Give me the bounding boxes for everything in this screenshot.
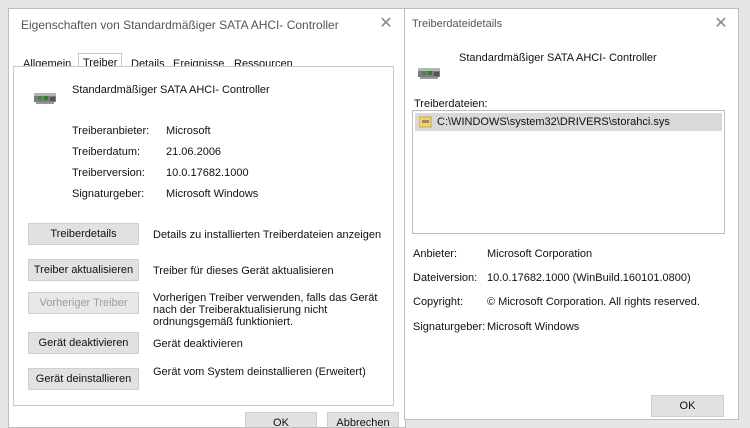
ok-button[interactable]: OK [245, 412, 317, 427]
action-description: Gerät deaktivieren [153, 338, 243, 350]
device-name: Standardmäßiger SATA AHCI- Controller [72, 84, 270, 96]
details-info-label: Copyright: [413, 296, 464, 308]
action-description: Gerät vom System deinstallieren (Erweite… [153, 366, 366, 378]
controller-icon [34, 93, 56, 104]
properties-titlebar[interactable]: Eigenschaften von Standardmäßiger SATA A… [9, 9, 405, 39]
update-driver-button[interactable]: Treiber aktualisieren [28, 259, 139, 281]
file-icon [419, 116, 432, 128]
details-info-value: Microsoft Windows [487, 321, 580, 333]
properties-dialog: Eigenschaften von Standardmäßiger SATA A… [8, 8, 406, 428]
driver-tab-panel: Standardmäßiger SATA AHCI- Controller Tr… [13, 66, 394, 406]
device-name: Standardmäßiger SATA AHCI- Controller [459, 52, 657, 64]
info-label: Signaturgeber: [72, 188, 145, 200]
properties-title: Eigenschaften von Standardmäßiger SATA A… [21, 18, 339, 32]
controller-icon [418, 68, 440, 79]
details-title: Treiberdateidetails [412, 18, 503, 30]
action-description: Vorherigen Treiber verwenden, falls das … [153, 292, 378, 328]
uninstall-device-button[interactable]: Gerät deinstallieren [28, 368, 139, 390]
driver-details-button[interactable]: Treiberdetails [28, 223, 139, 245]
action-description: Details zu installierten Treiberdateien … [153, 229, 382, 241]
cancel-button[interactable]: Abbrechen [327, 412, 399, 427]
rollback-driver-button[interactable]: Vorheriger Treiber [28, 292, 139, 314]
disable-device-button[interactable]: Gerät deaktivieren [28, 332, 139, 354]
info-value: Microsoft [166, 125, 211, 137]
details-info-label: Anbieter: [413, 248, 458, 260]
info-value: 21.06.2006 [166, 146, 222, 158]
details-titlebar[interactable]: Treiberdateidetails ✕ [405, 9, 738, 39]
driver-files-list[interactable]: C:\WINDOWS\system32\DRIVERS\storahci.sys [412, 110, 725, 234]
driver-files-label: Treiberdateien: [414, 98, 488, 110]
info-value: Microsoft Windows [166, 188, 259, 200]
details-info-value: 10.0.17682.1000 (WinBuild.160101.0800) [487, 272, 691, 284]
details-info-value: Microsoft Corporation [487, 248, 593, 260]
file-path: C:\WINDOWS\system32\DRIVERS\storahci.sys [437, 116, 670, 128]
details-info-value: © Microsoft Corporation. All rights rese… [487, 296, 700, 308]
close-icon[interactable]: ✕ [375, 14, 397, 34]
details-ok-button[interactable]: OK [651, 395, 724, 417]
details-info-label: Dateiversion: [413, 272, 478, 284]
info-label: Treiberversion: [72, 167, 145, 179]
info-value: 10.0.17682.1000 [166, 167, 249, 179]
action-description: Treiber für dieses Gerät aktualisieren [153, 265, 334, 277]
info-label: Treiberdatum: [72, 146, 141, 158]
list-item[interactable]: C:\WINDOWS\system32\DRIVERS\storahci.sys [415, 113, 722, 131]
close-icon[interactable]: ✕ [710, 14, 732, 34]
details-info-label: Signaturgeber: [413, 321, 486, 333]
info-label: Treiberanbieter: [72, 125, 150, 137]
